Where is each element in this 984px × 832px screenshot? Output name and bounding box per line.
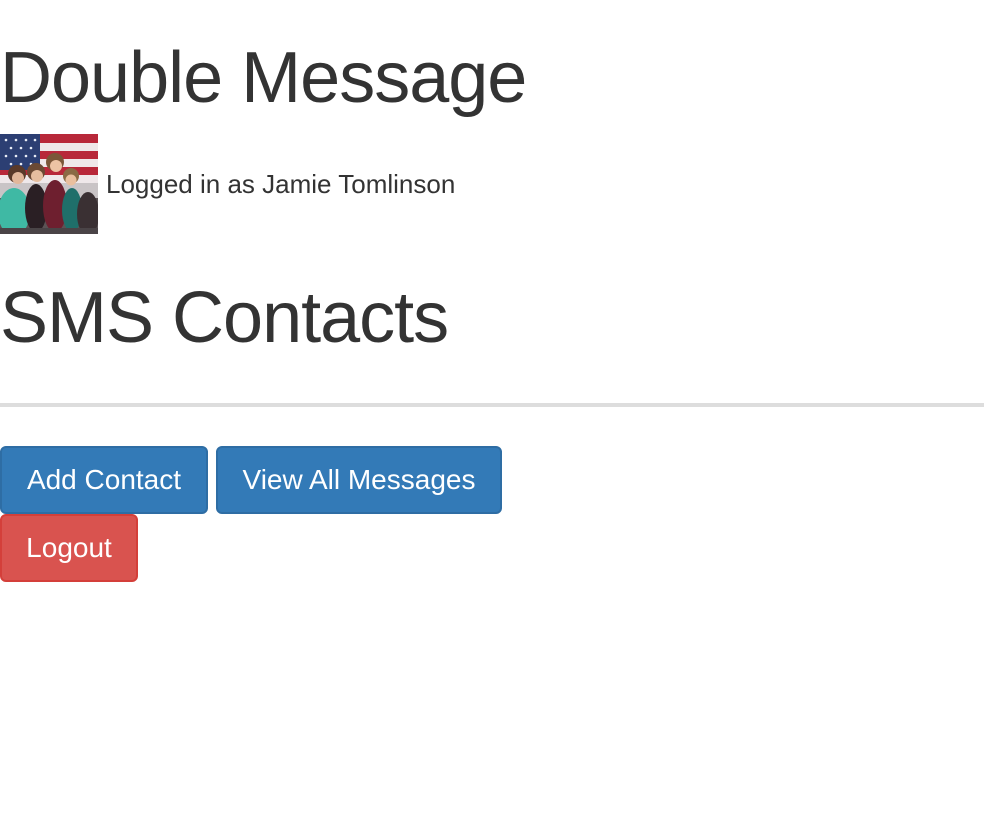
avatar <box>0 134 98 234</box>
view-all-messages-button[interactable]: View All Messages <box>216 446 502 514</box>
logged-in-text: Logged in as Jamie Tomlinson <box>106 169 456 199</box>
divider <box>0 403 984 407</box>
add-contact-button[interactable]: Add Contact <box>0 446 208 514</box>
section-title: SMS Contacts <box>0 278 449 358</box>
user-info: Logged in as Jamie Tomlinson <box>0 134 455 234</box>
logout-button[interactable]: Logout <box>0 514 138 582</box>
app-title: Double Message <box>0 38 527 118</box>
